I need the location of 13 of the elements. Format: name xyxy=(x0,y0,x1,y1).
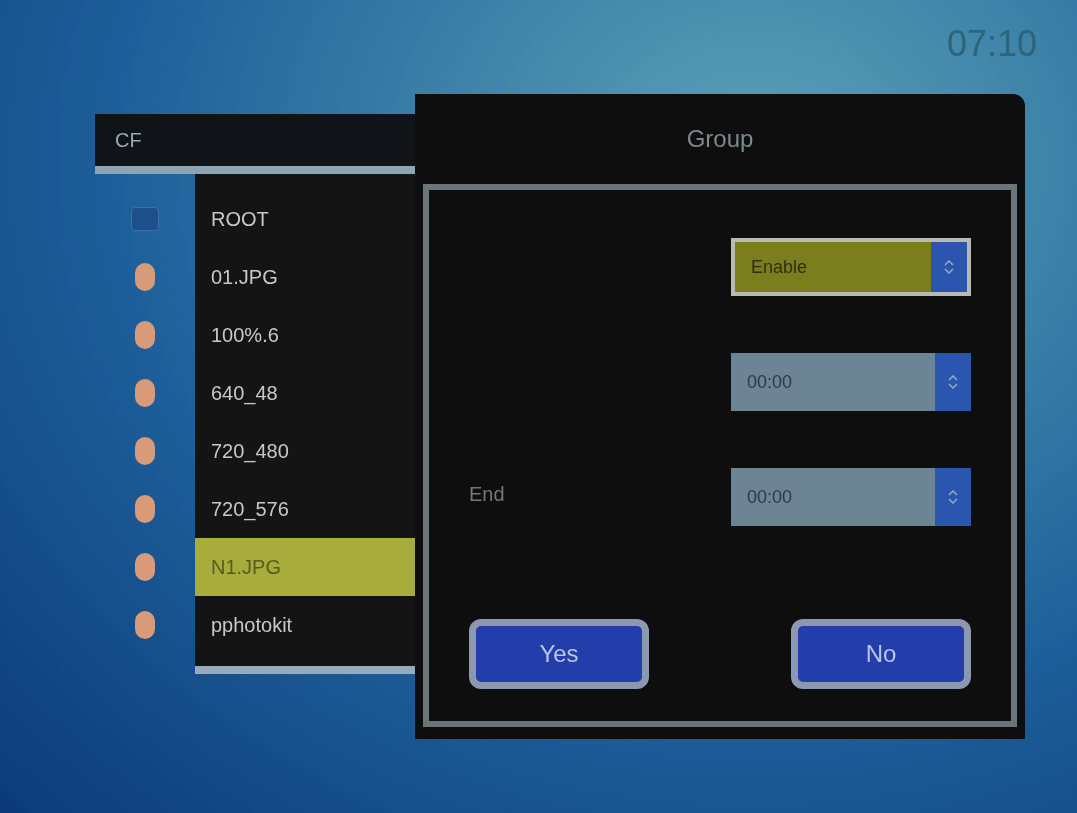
file-list-item[interactable]: 100%.6 xyxy=(195,306,415,364)
file-list-item[interactable]: ROOT xyxy=(195,190,415,248)
file-list-item[interactable]: 720_480 xyxy=(195,422,415,480)
folder-icon xyxy=(131,207,159,231)
file-list-item[interactable]: pphotokit xyxy=(195,596,415,654)
dialog-title: Group xyxy=(686,124,754,154)
dialog-button[interactable]: No xyxy=(791,619,971,689)
file-list-item[interactable]: 720_576 xyxy=(195,480,415,538)
field-label: End xyxy=(469,482,505,507)
file-list-item[interactable]: 01.JPG xyxy=(195,248,415,306)
file-list-item[interactable]: 640_48 xyxy=(195,364,415,422)
dialog-button[interactable]: Yes xyxy=(469,619,649,689)
browser-title: CF xyxy=(115,128,142,153)
